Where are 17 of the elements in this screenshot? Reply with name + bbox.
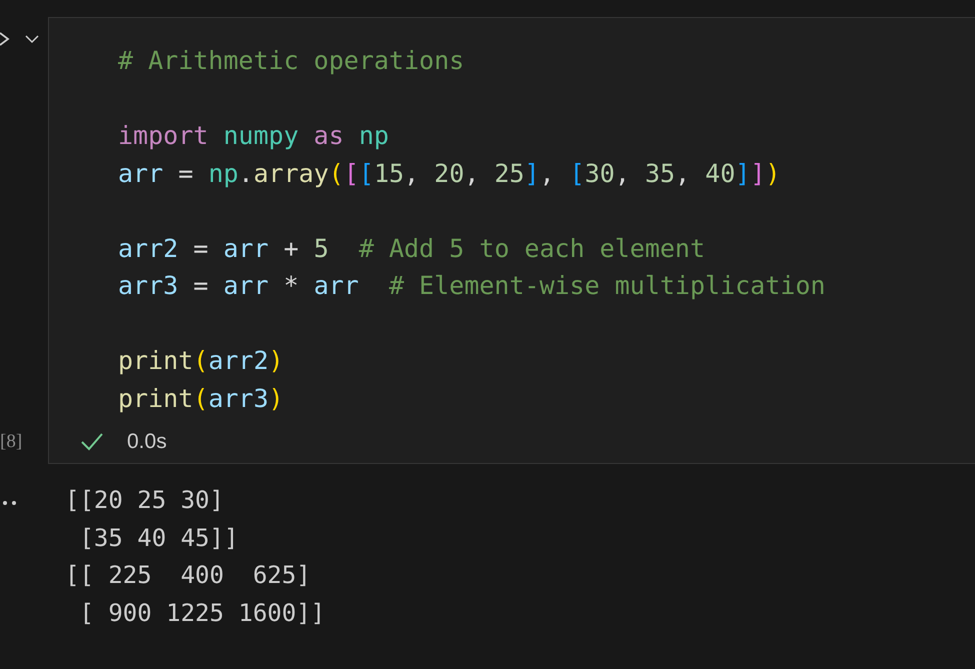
execution-count: [8] (0, 431, 22, 453)
more-icon[interactable] (2, 500, 18, 506)
code-line: print(arr3) (118, 382, 285, 414)
chevron-right-icon[interactable] (0, 31, 10, 47)
code-line: arr2 = arr + 5 # Add 5 to each element (118, 232, 706, 264)
code-cell[interactable] (48, 17, 975, 464)
code-line: import numpy as np (118, 120, 390, 152)
chevron-down-icon[interactable] (24, 34, 40, 44)
code-line: # Arithmetic operations (118, 45, 466, 77)
output-line: [35 40 45]] (78, 522, 240, 554)
execution-time: 0.0s (127, 430, 167, 454)
code-line: arr = np.array([[15, 20, 25], [30, 35, 40]]) (118, 158, 782, 190)
code-line: arr3 = arr * arr # Element-wise multiplication (118, 270, 826, 302)
output-line: [[20 25 30] (65, 485, 225, 516)
output-line: [[ 225 400 625] (65, 560, 312, 591)
code-line: print(arr2) (118, 345, 285, 377)
output-line: [ 900 1225 1600]] (78, 598, 326, 628)
